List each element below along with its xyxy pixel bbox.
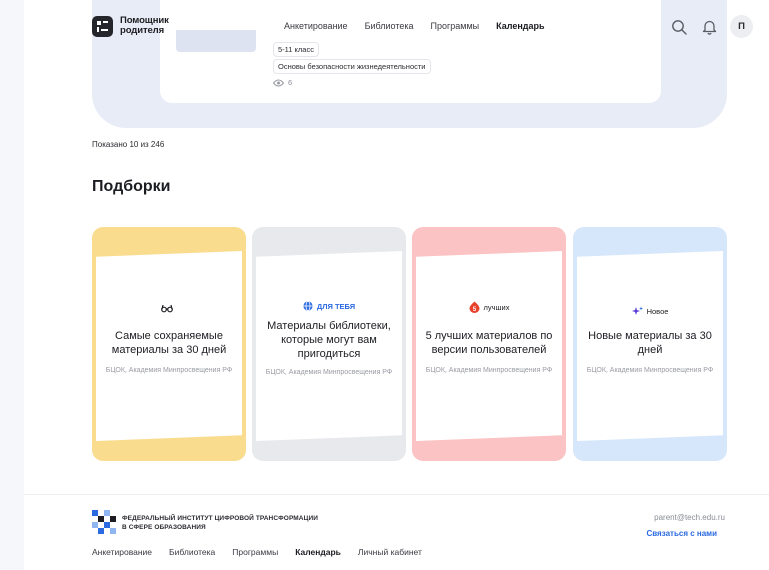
main-nav: Анкетирование Библиотека Программы Кален… [284, 21, 545, 31]
subject-tag: Основы безопасности жизнедеятельности [273, 59, 431, 74]
collection-card-new[interactable]: Новое Новые материалы за 30 дней БЦОК, А… [573, 227, 727, 461]
footer-divider [24, 494, 769, 495]
footer-nav-account[interactable]: Личный кабинет [358, 547, 422, 557]
logo-text[interactable]: Помощник родителя [120, 16, 180, 36]
collection-source: БЦОК, Академия Минпросвещения РФ [586, 367, 714, 374]
contact-email[interactable]: parent@tech.edu.ru [654, 513, 725, 522]
collection-badge: Новое [573, 306, 727, 316]
site-header: Помощник родителя Анкетирование Библиоте… [24, 0, 769, 52]
badge-text: Новое [646, 306, 669, 316]
bell-icon[interactable] [700, 18, 718, 36]
nav-item-programs[interactable]: Программы [431, 21, 480, 31]
nav-item-calendar[interactable]: Календарь [496, 21, 544, 31]
sparkle-icon [631, 306, 643, 315]
footer-nav-library[interactable]: Библиотека [169, 547, 215, 557]
nav-item-library[interactable]: Библиотека [365, 21, 414, 31]
collection-title: 5 лучших материалов по версии пользовате… [425, 330, 553, 356]
views-count: 6 [288, 78, 293, 87]
institute-logo-icon[interactable] [92, 510, 116, 534]
logo-icon[interactable] [92, 16, 113, 37]
footer-nav-calendar[interactable]: Календарь [295, 547, 341, 557]
collection-title: Новые материалы за 30 дней [588, 330, 712, 356]
avatar[interactable]: П [730, 15, 753, 38]
collection-source: БЦОК, Академия Минпросвещения РФ [105, 367, 233, 374]
badge-text: лучших [483, 302, 510, 312]
collection-badge: ДЛЯ ТЕБЯ [252, 301, 406, 311]
collection-card-most-saved[interactable]: Самые сохраняемые материалы за 30 дней Б… [92, 227, 246, 461]
collections-row: Самые сохраняемые материалы за 30 дней Б… [92, 227, 727, 461]
institute-name: ФЕДЕРАЛЬНЫЙ ИНСТИТУТ ЦИФРОВОЙ ТРАНСФОРМА… [122, 515, 318, 531]
search-icon[interactable] [670, 18, 688, 36]
collection-title: Самые сохраняемые материалы за 30 дней [111, 330, 227, 356]
footer-nav-surveys[interactable]: Анкетирование [92, 547, 152, 557]
views-counter: 6 [273, 78, 292, 87]
collection-source: БЦОК, Академия Минпросвещения РФ [265, 369, 393, 376]
footer-nav: Анкетирование Библиотека Программы Кален… [92, 547, 422, 557]
collection-title: Материалы библиотеки, которые могут вам … [267, 320, 391, 360]
eye-icon [273, 79, 284, 86]
collection-card-for-you[interactable]: ДЛЯ ТЕБЯ Материалы библиотеки, которые м… [252, 227, 406, 461]
binoculars-icon [161, 304, 173, 313]
collection-source: БЦОК, Академия Минпросвещения РФ [425, 367, 553, 374]
collection-card-top5[interactable]: 5 лучших 5 лучших материалов по версии п… [412, 227, 566, 461]
page: 5-11 класс Основы безопасности жизнедеят… [24, 0, 769, 570]
contact-us-link[interactable]: Связаться с нами [646, 529, 717, 538]
badge-text: ДЛЯ ТЕБЯ [316, 301, 356, 311]
nav-item-surveys[interactable]: Анкетирование [284, 21, 348, 31]
section-title: Подборки [92, 178, 171, 195]
collection-badge: 5 лучших [412, 301, 566, 313]
footer-nav-programs[interactable]: Программы [232, 547, 278, 557]
collection-badge [92, 304, 246, 313]
results-count: Показано 10 из 246 [92, 140, 165, 149]
fire-5-icon: 5 [469, 301, 479, 313]
globe-icon [303, 301, 313, 311]
